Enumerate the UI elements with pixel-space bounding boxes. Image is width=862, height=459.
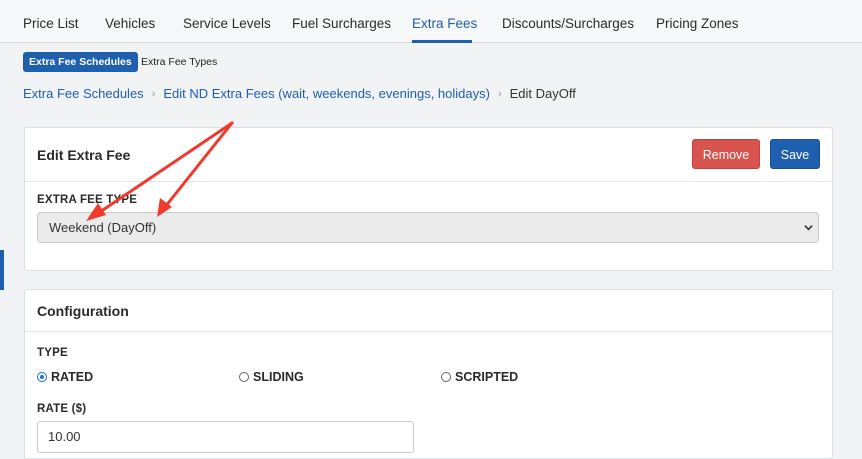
panel-header: Configuration [25,290,832,332]
tab-service-levels[interactable]: Service Levels [183,16,271,31]
rate-input[interactable]: 10.00 [37,421,414,453]
breadcrumb: Extra Fee Schedules › Edit ND Extra Fees… [23,86,576,101]
top-tab-bar: Price List Vehicles Service Levels Fuel … [0,0,862,43]
radio-rated[interactable]: RATED [37,370,93,384]
tab-vehicles[interactable]: Vehicles [105,16,155,31]
chevron-down-icon [804,225,813,231]
extra-fee-type-select[interactable]: Weekend (DayOff) [37,212,819,243]
breadcrumb-current: Edit DayOff [509,86,576,101]
radio-sliding-label: SLIDING [253,370,304,384]
extra-fee-type-value: Weekend (DayOff) [49,220,157,235]
left-edge-accent [0,250,4,290]
radio-checked-icon [37,372,47,382]
tab-price-list[interactable]: Price List [23,16,79,31]
chevron-right-icon: › [151,87,156,100]
radio-rated-label: RATED [51,370,94,384]
tab-discounts-surcharges[interactable]: Discounts/Surcharges [502,16,634,31]
chevron-right-icon: › [497,87,502,100]
tab-extra-fees[interactable]: Extra Fees [412,16,477,31]
breadcrumb-link-schedules[interactable]: Extra Fee Schedules [23,86,144,101]
rate-label: RATE ($) [37,403,87,415]
extra-fee-type-label: EXTRA FEE TYPE [37,194,138,206]
radio-sliding[interactable]: SLIDING [239,370,304,384]
subtab-extra-fee-types[interactable]: Extra Fee Types [141,52,217,72]
configuration-panel: Configuration TYPE RATED SLIDING SCRIPTE… [24,289,833,459]
tab-fuel-surcharges[interactable]: Fuel Surcharges [292,16,391,31]
active-tab-indicator [412,40,472,43]
radio-scripted-label: SCRIPTED [455,370,519,384]
panel-title: Edit Extra Fee [37,147,131,163]
radio-scripted[interactable]: SCRIPTED [441,370,518,384]
type-label: TYPE [37,347,68,359]
radio-unchecked-icon [441,372,451,382]
tab-pricing-zones[interactable]: Pricing Zones [656,16,739,31]
radio-unchecked-icon [239,372,249,382]
subtab-extra-fee-schedules[interactable]: Extra Fee Schedules [23,52,138,72]
save-button[interactable]: Save [770,139,820,169]
breadcrumb-link-edit-schedule[interactable]: Edit ND Extra Fees (wait, weekends, even… [163,86,490,101]
edit-extra-fee-panel: Edit Extra Fee Remove Save EXTRA FEE TYP… [24,127,833,271]
panel-title: Configuration [37,303,129,319]
remove-button[interactable]: Remove [692,139,760,169]
panel-header: Edit Extra Fee Remove Save [25,128,832,182]
